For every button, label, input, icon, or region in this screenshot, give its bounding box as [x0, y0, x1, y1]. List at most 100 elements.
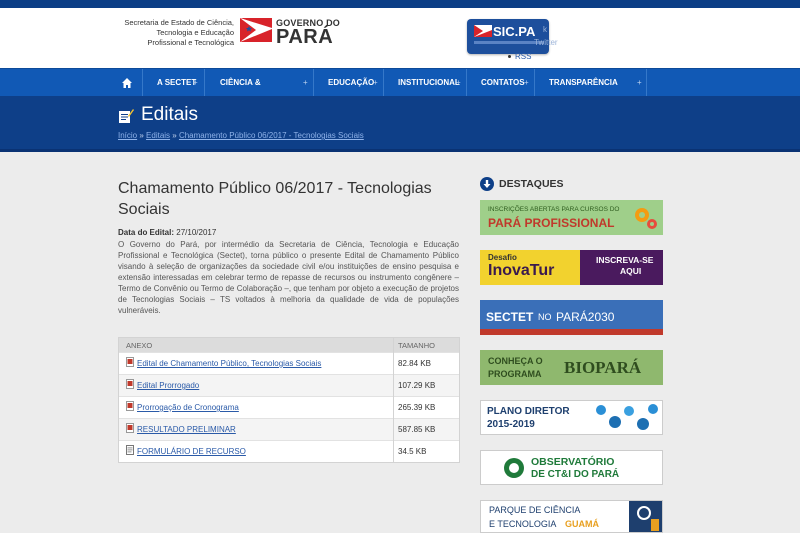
promo-inovatur[interactable]: Desafio InovaTur INSCREVA-SE AQUI	[480, 250, 663, 285]
promo-text: E TECNOLOGIA	[489, 519, 557, 529]
attachment-size: 82.84 KB	[398, 359, 431, 368]
para-flag-icon	[240, 18, 272, 42]
promo-text: INSCREVA-SE	[596, 255, 654, 265]
promo-text: SECTET	[486, 310, 534, 324]
promo-text: PARÁ2030	[556, 310, 615, 324]
secretaria-line-2: Tecnologia e Educação	[156, 28, 234, 37]
page-banner	[0, 96, 800, 152]
promo-text: NO	[538, 312, 552, 322]
breadcrumb-current[interactable]: Chamamento Público 06/2017 - Tecnologias…	[179, 131, 364, 140]
table-row: RESULTADO PRELIMINAR 587.85 KB	[119, 418, 459, 440]
science-icons-graphic	[596, 404, 658, 430]
attachment-link[interactable]: Edital Prorrogado	[137, 381, 199, 390]
nav-item-educacao[interactable]: EDUCAÇÃO +	[314, 69, 384, 97]
promo-sectet-para2030[interactable]: SECTET NO PARÁ2030	[480, 300, 663, 335]
edital-date: Data do Edital: 27/10/2017	[118, 228, 216, 237]
destaques-heading: DESTAQUES	[499, 178, 564, 190]
promo-text: AQUI	[620, 266, 642, 276]
attachment-link[interactable]: Edital de Chamamento Público, Tecnologia…	[137, 359, 321, 368]
plus-icon: +	[637, 78, 642, 87]
nav-home[interactable]	[112, 69, 143, 97]
promo-text: CONHEÇA O	[488, 356, 543, 366]
twitter-link-faded[interactable]: Twitter	[534, 38, 558, 47]
date-value: 27/10/2017	[176, 228, 217, 237]
parque-logo-icon	[629, 501, 662, 532]
breadcrumb-home-link[interactable]: Início	[118, 131, 137, 140]
promo-plano-diretor[interactable]: PLANO DIRETOR 2015-2019	[480, 400, 663, 435]
social-link-faded[interactable]: k	[543, 25, 547, 34]
breadcrumb-editais-link[interactable]: Editais	[146, 131, 170, 140]
site-header: Secretaria de Estado de Ciência, Tecnolo…	[0, 8, 800, 68]
pdf-icon	[126, 401, 134, 411]
rss-label: RSS	[515, 52, 532, 61]
article-title: Chamamento Público 06/2017 - Tecnologias…	[118, 180, 432, 218]
sicpa-button[interactable]: SIC.PA	[467, 19, 549, 54]
breadcrumb: Início » Editais » Chamamento Público 06…	[118, 131, 364, 140]
table-row: Prorrogação de Cronograma 265.39 KB	[119, 396, 459, 418]
promo-text: PROGRAMA	[488, 369, 542, 379]
attachment-size: 107.29 KB	[398, 381, 436, 390]
secretaria-text: Secretaria de Estado de Ciência, Tecnolo…	[122, 18, 234, 48]
nav-label: CONTATOS	[481, 78, 525, 87]
promo-text: Desafio	[488, 253, 517, 262]
promo-text: OBSERVATÓRIO	[531, 456, 615, 468]
attachment-link[interactable]: FORMULÁRIO DE RECURSO	[137, 447, 246, 456]
nav-label: INSTITUCIONAL	[398, 78, 460, 87]
arrow-down-circle-icon	[480, 177, 494, 191]
col-tamanho-header: TAMANHO	[398, 341, 435, 350]
plus-icon: +	[524, 78, 529, 87]
promo-text: 2015-2019	[487, 419, 535, 430]
secretaria-line-1: Secretaria de Estado de Ciência,	[124, 18, 234, 27]
column-divider	[393, 338, 394, 462]
promo-biopara[interactable]: CONHEÇA O PROGRAMA BIOPARÁ	[480, 350, 663, 385]
nav-item-transparencia[interactable]: TRANSPARÊNCIA PÚBLICA +	[535, 69, 647, 115]
attachment-link[interactable]: Prorrogação de Cronograma	[137, 403, 239, 412]
nav-label: A SECTET	[157, 78, 197, 87]
promo-text: PARQUE DE CIÊNCIA	[489, 505, 581, 515]
rss-link[interactable]: RSS	[508, 52, 531, 61]
table-row: Edital Prorrogado 107.29 KB	[119, 374, 459, 396]
promo-red-stripe	[480, 329, 663, 335]
secretaria-line-3: Profissional e Tecnológica	[147, 38, 234, 47]
plus-icon: +	[373, 78, 378, 87]
main-nav: A SECTET + CIÊNCIA & TECNOLOGIA + EDUCAÇ…	[0, 68, 800, 115]
nav-item-contatos[interactable]: CONTATOS +	[467, 69, 535, 97]
attachment-link[interactable]: RESULTADO PRELIMINAR	[137, 425, 236, 434]
table-header: ANEXO TAMANHO	[119, 338, 459, 352]
sicpa-flag-icon	[474, 25, 492, 37]
article-body: O Governo do Pará, por intermédio da Sec…	[118, 240, 459, 315]
nav-item-sectet[interactable]: A SECTET +	[143, 69, 205, 97]
nav-label: EDUCAÇÃO	[328, 78, 375, 87]
date-label: Data do Edital:	[118, 228, 175, 237]
table-row: Edital de Chamamento Público, Tecnologia…	[119, 352, 459, 374]
edit-document-icon	[119, 109, 134, 123]
observatorio-logo-icon	[504, 458, 524, 478]
nav-item-institucional[interactable]: INSTITUCIONAL +	[384, 69, 467, 97]
promo-text: BIOPARÁ	[564, 358, 642, 377]
attachment-size: 587.85 KB	[398, 425, 436, 434]
plus-icon: +	[456, 78, 461, 87]
breadcrumb-separator: »	[137, 131, 147, 140]
table-row: FORMULÁRIO DE RECURSO 34.5 KB	[119, 440, 459, 462]
gears-icon	[635, 208, 657, 229]
home-icon	[122, 78, 132, 88]
promo-observatorio[interactable]: OBSERVATÓRIO DE CT&I DO PARÁ	[480, 450, 663, 485]
nav-item-ciencia-tecnologia[interactable]: CIÊNCIA & TECNOLOGIA +	[205, 69, 314, 115]
pdf-icon	[126, 357, 134, 367]
attachment-size: 265.39 KB	[398, 403, 436, 412]
top-accent-bar	[0, 0, 800, 8]
plus-icon: +	[303, 78, 308, 87]
breadcrumb-separator: »	[170, 131, 179, 140]
promo-text: INSCRIÇÕES ABERTAS PARA CURSOS DO	[488, 206, 620, 213]
attachment-size: 34.5 KB	[398, 447, 427, 456]
promo-text: PLANO DIRETOR	[487, 406, 570, 417]
promo-parque-guama[interactable]: PARQUE DE CIÊNCIA E TECNOLOGIA GUAMÁ	[480, 500, 663, 533]
governo-do-para-logo[interactable]: GOVERNO DO PARÁ	[240, 18, 340, 54]
promo-text: GUAMÁ	[565, 519, 599, 529]
pdf-icon	[126, 423, 134, 433]
plus-icon: +	[193, 78, 198, 87]
promo-para-profissional[interactable]: INSCRIÇÕES ABERTAS PARA CURSOS DO PARÁ P…	[480, 200, 663, 235]
doc-icon	[126, 445, 134, 455]
pdf-icon	[126, 379, 134, 389]
promo-text: DE CT&I DO PARÁ	[531, 469, 620, 480]
